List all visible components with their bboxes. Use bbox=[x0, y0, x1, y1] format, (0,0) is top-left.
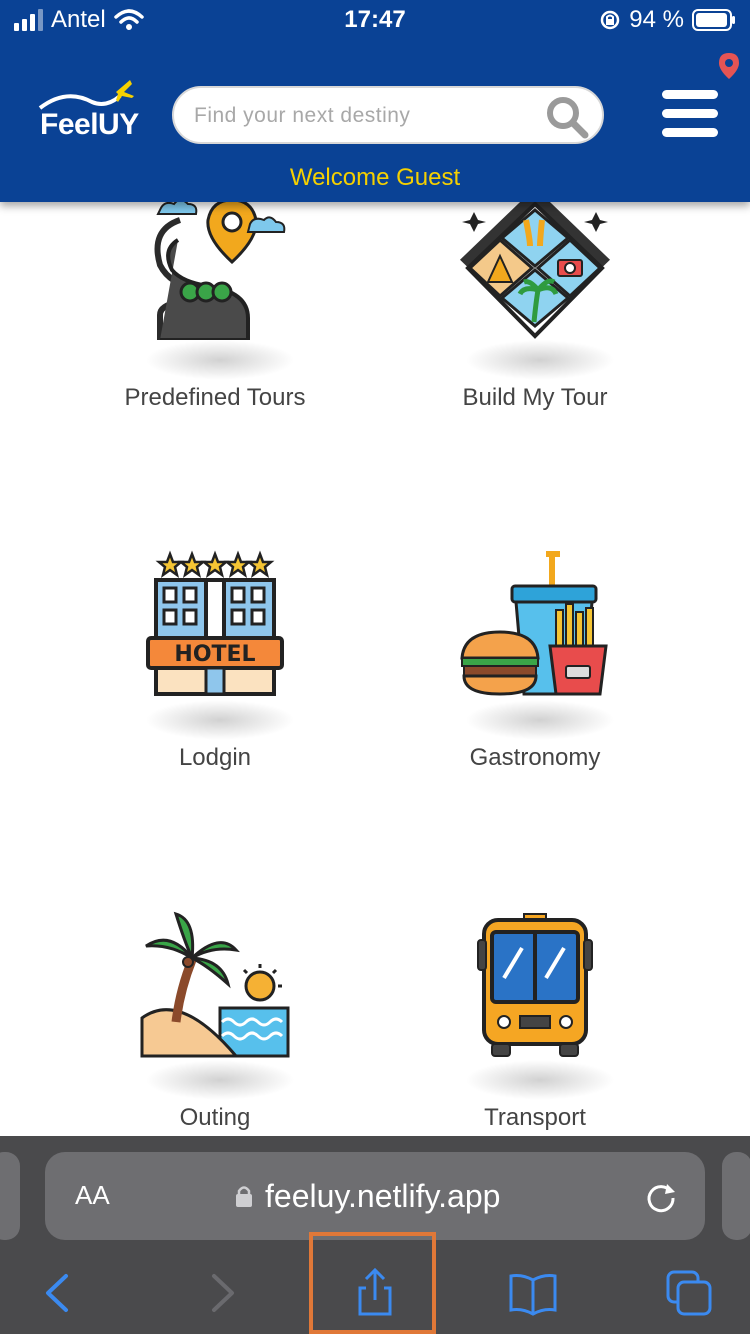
travel-collage-icon bbox=[460, 190, 610, 339]
battery-percent: 94 % bbox=[629, 6, 684, 33]
tile-label: Outing bbox=[179, 1104, 251, 1131]
search-input[interactable] bbox=[194, 98, 534, 134]
orientation-lock-icon bbox=[601, 10, 620, 30]
location-pin-icon[interactable] bbox=[718, 52, 740, 80]
logo-text: FeelUY bbox=[40, 108, 139, 141]
tile-label: Lodgin bbox=[178, 744, 252, 771]
feeluy-logo[interactable]: FeelUY bbox=[36, 78, 139, 144]
tile-label: Build My Tour bbox=[462, 384, 608, 411]
search-bar[interactable] bbox=[172, 86, 604, 144]
fast-food-icon bbox=[460, 551, 608, 696]
reload-icon[interactable] bbox=[643, 1178, 679, 1214]
bookmarks-icon[interactable] bbox=[508, 1268, 558, 1318]
next-tab-pill[interactable] bbox=[722, 1152, 750, 1240]
tile-label: Transport bbox=[484, 1104, 586, 1131]
search-icon[interactable] bbox=[544, 94, 590, 140]
road-map-pin-icon bbox=[154, 198, 286, 340]
hotel-icon: HOTEL bbox=[146, 550, 284, 696]
url-text[interactable]: feeluy.netlify.app bbox=[265, 1178, 500, 1215]
share-button-highlight bbox=[309, 1232, 436, 1334]
tile-label: Gastronomy bbox=[469, 744, 601, 771]
address-bar[interactable]: AA feeluy.netlify.app bbox=[45, 1152, 705, 1240]
tile-label: Predefined Tours bbox=[124, 384, 306, 411]
beach-island-icon bbox=[140, 911, 290, 1058]
back-chevron-icon[interactable] bbox=[34, 1268, 84, 1318]
bus-icon bbox=[477, 913, 593, 1057]
browser-toolbar: AA feeluy.netlify.app bbox=[0, 1136, 750, 1334]
tabs-icon[interactable] bbox=[664, 1268, 714, 1318]
svg-text:HOTEL: HOTEL bbox=[174, 642, 255, 667]
hamburger-menu-button[interactable] bbox=[662, 90, 718, 138]
forward-chevron-icon[interactable] bbox=[196, 1268, 246, 1318]
previous-tab-pill[interactable] bbox=[0, 1152, 20, 1240]
text-size-button[interactable]: AA bbox=[75, 1180, 110, 1211]
status-bar: Antel 17:47 94 % bbox=[0, 0, 750, 44]
battery-icon bbox=[692, 9, 735, 31]
lock-icon bbox=[236, 1186, 252, 1207]
app-header: Antel 17:47 94 % FeelUY Find your next d… bbox=[0, 0, 750, 202]
welcome-message: Welcome Guest bbox=[289, 164, 461, 191]
